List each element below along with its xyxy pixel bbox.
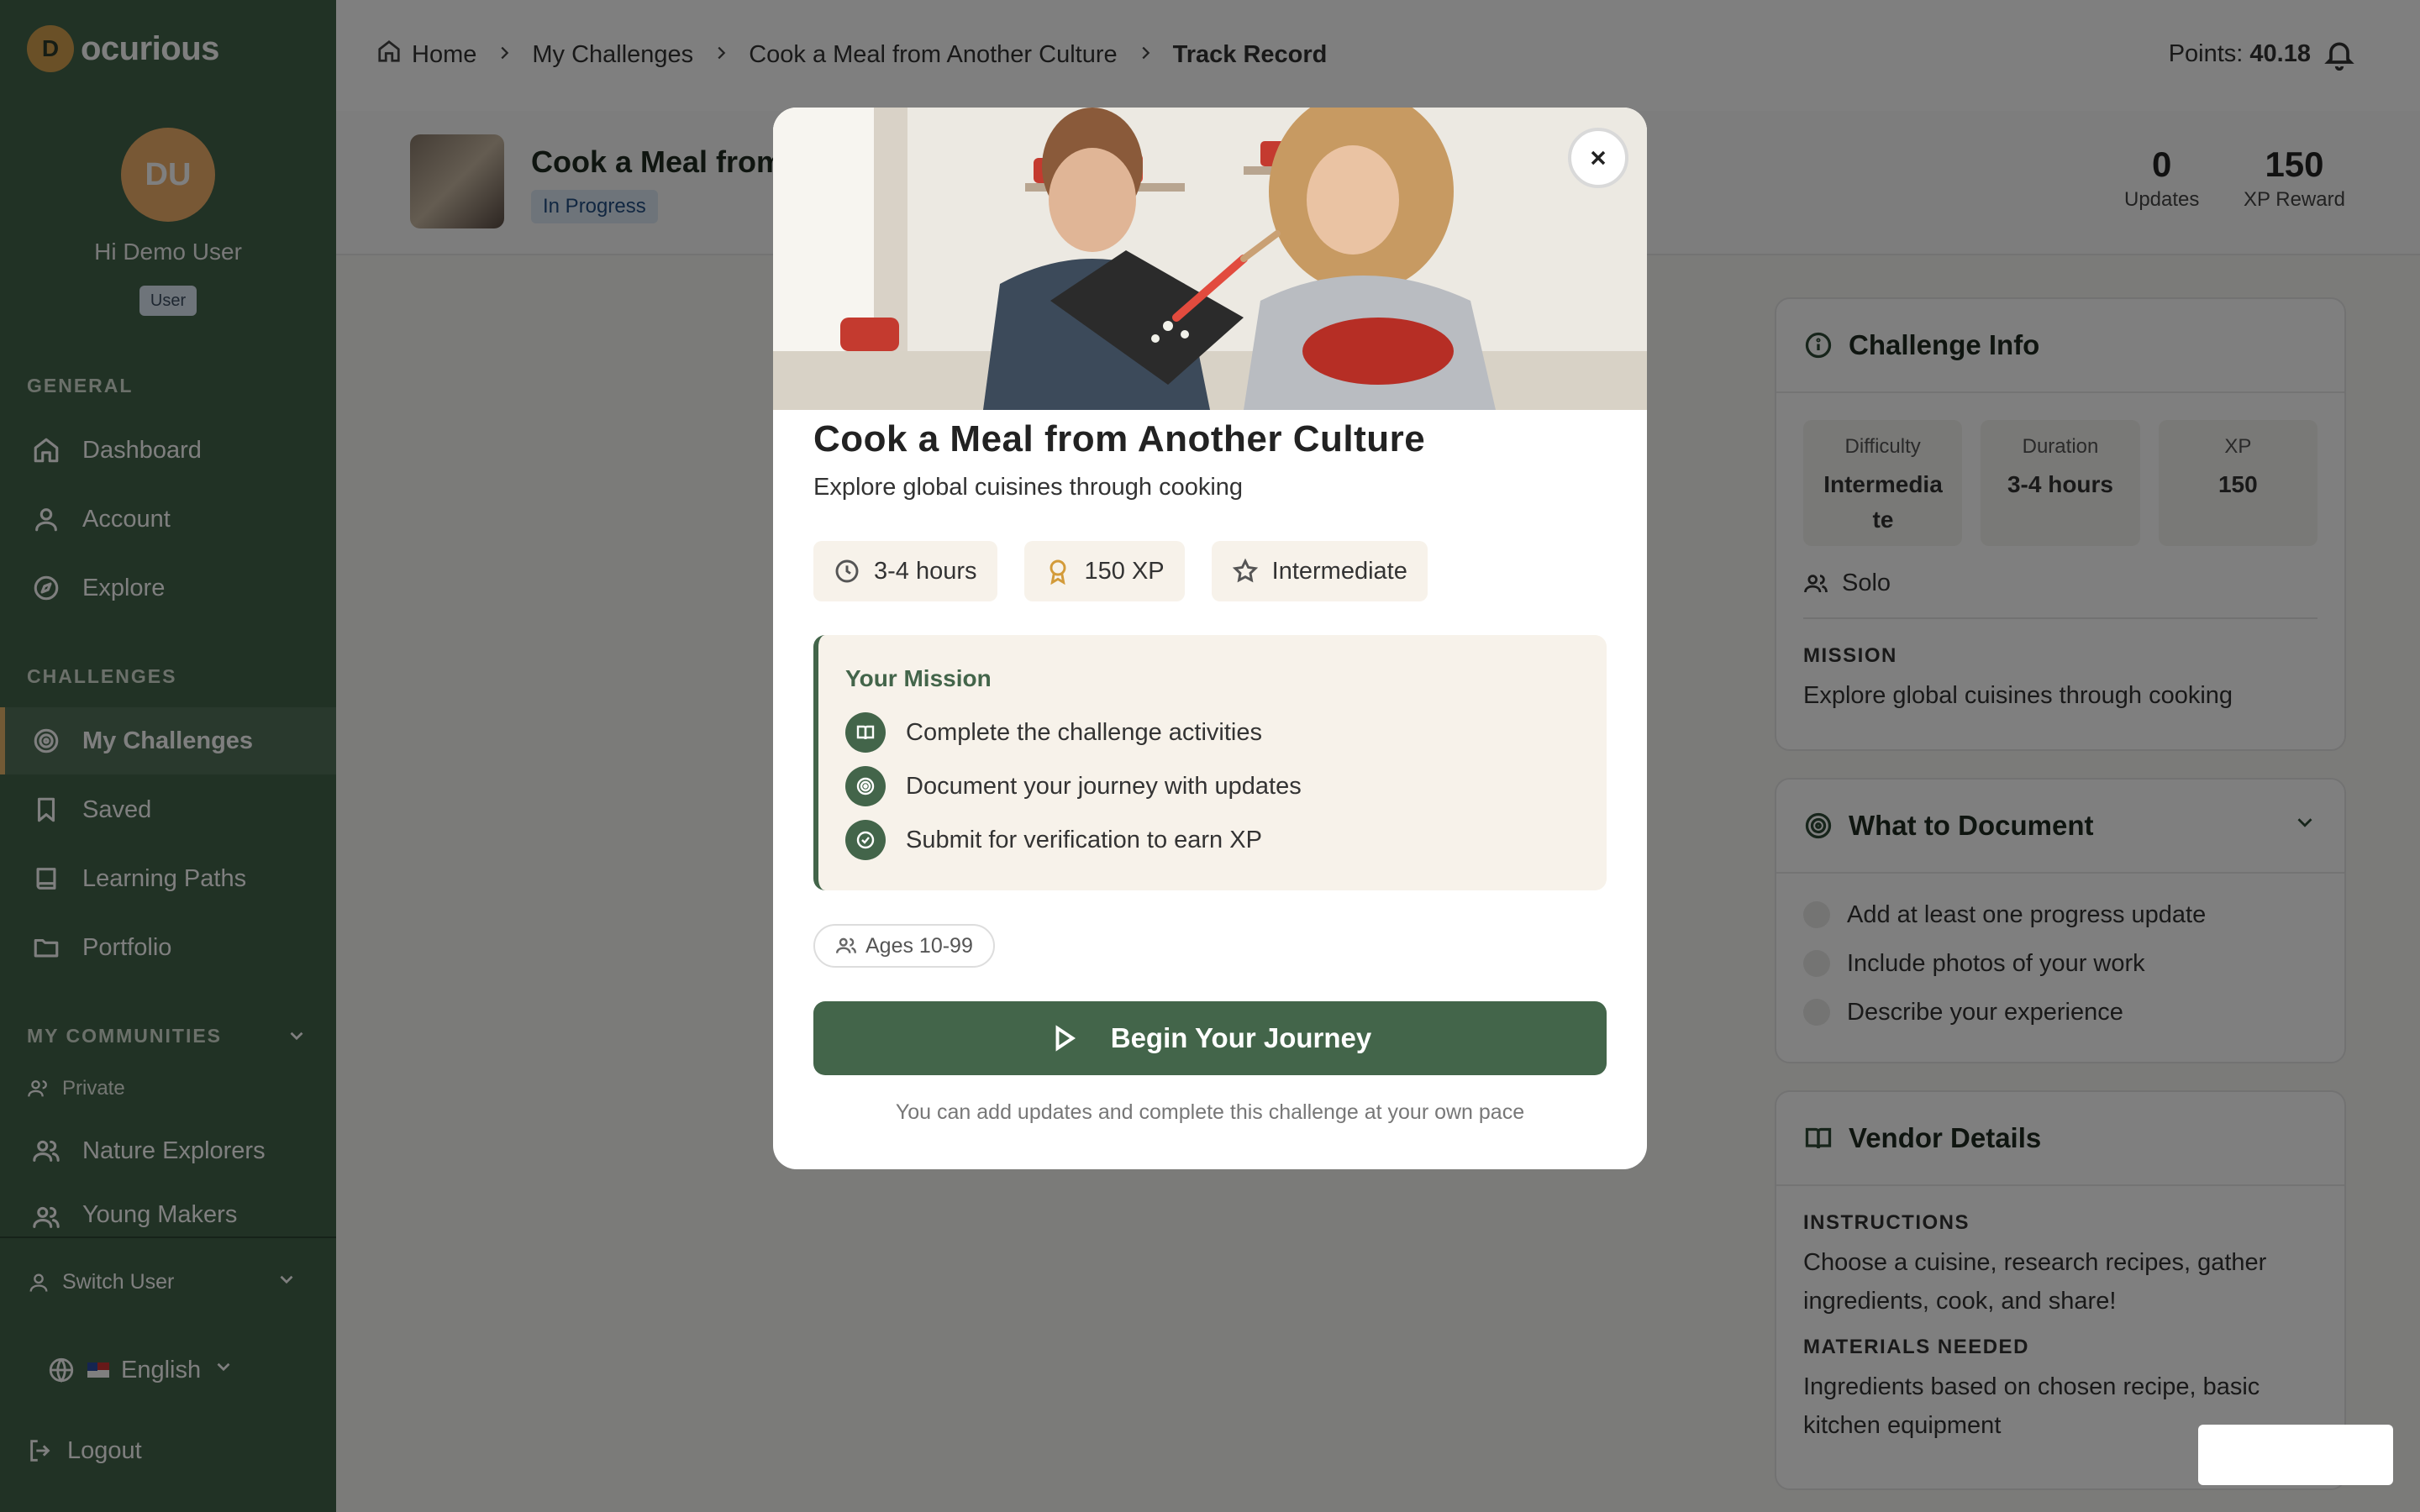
duration-chip: 3-4 hours: [813, 541, 997, 601]
hero-image: [773, 108, 1647, 410]
modal-subtitle: Explore global cuisines through cooking: [813, 474, 1244, 501]
star-icon: [1232, 558, 1258, 583]
award-icon: [1050, 559, 1065, 585]
target-icon: [845, 766, 886, 806]
challenge-meta-chips: 3-4 hours 150 XP Intermediate: [813, 541, 1428, 601]
begin-journey-button[interactable]: Begin Your Journey: [813, 1001, 1607, 1075]
mission-item: Document your journey with updates: [845, 766, 1302, 806]
close-button[interactable]: [1568, 128, 1628, 188]
xp-chip: 150 XP: [1023, 541, 1185, 601]
mission-panel: Your Mission Complete the challenge acti…: [813, 635, 1607, 890]
modal-title: Cook a Meal from Another Culture: [813, 418, 1426, 459]
check-circle-icon: [845, 820, 886, 860]
pace-note: You can add updates and complete this ch…: [895, 1100, 1525, 1124]
cooking-couple-image: [773, 108, 1647, 410]
mission-title: Your Mission: [845, 665, 992, 691]
challenge-modal: Cook a Meal from Another Culture Explore…: [773, 108, 1647, 1169]
mission-item: Complete the challenge activities: [845, 712, 1262, 753]
play-icon: [1055, 1025, 1076, 1052]
close-icon: [1591, 150, 1606, 165]
users-icon: [835, 937, 857, 953]
difficulty-chip: Intermediate: [1211, 541, 1428, 601]
ages-badge: Ages 10-99: [813, 924, 995, 968]
floating-widget[interactable]: [2198, 1425, 2393, 1485]
clock-icon: [835, 559, 859, 583]
mission-item: Submit for verification to earn XP: [845, 820, 1262, 860]
book-icon: [845, 712, 886, 753]
